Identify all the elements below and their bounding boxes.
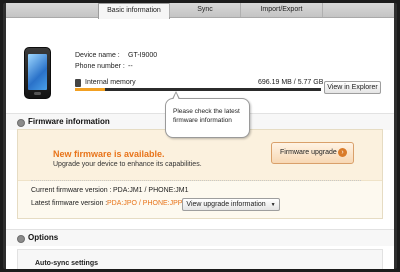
memory-icon bbox=[75, 79, 81, 87]
memory-usage-text: 696.19 MB / 5.77 GB bbox=[258, 79, 324, 86]
phone-device-icon bbox=[24, 47, 51, 99]
options-section-header[interactable]: Options bbox=[6, 229, 394, 246]
firmware-upgrade-button[interactable]: Firmware upgrade › bbox=[271, 142, 354, 164]
dropdown-arrow-icon: ▼ bbox=[270, 202, 276, 208]
tooltip-text: Please check the latest firmware informa… bbox=[173, 108, 240, 124]
upgrade-subtext: Upgrade your device to enhance its capab… bbox=[53, 161, 202, 168]
app-frame: Basic information Sync Import/Export Dev… bbox=[3, 3, 397, 269]
view-upgrade-information-label: View upgrade information bbox=[186, 201, 266, 208]
tab-sync[interactable]: Sync bbox=[169, 3, 240, 17]
view-in-explorer-button[interactable]: View in Explorer bbox=[324, 81, 381, 94]
options-toggle-icon[interactable] bbox=[17, 235, 25, 243]
tooltip-tail-inner bbox=[173, 93, 179, 100]
auto-sync-settings-label: Auto-sync settings bbox=[35, 260, 99, 267]
device-name-label: Device name : bbox=[75, 52, 120, 59]
firmware-section-title: Firmware information bbox=[28, 117, 110, 126]
auto-sync-panel: Auto-sync settings bbox=[17, 249, 383, 269]
current-firmware-value: PDA:JM1 / PHONE:JM1 bbox=[113, 187, 189, 194]
current-firmware-label: Current firmware version : bbox=[31, 187, 112, 194]
memory-progress-fill bbox=[75, 88, 105, 91]
firmware-tooltip: Please check the latest firmware informa… bbox=[165, 91, 250, 138]
memory-progress-bar bbox=[75, 88, 321, 91]
kies-window: Basic information Sync Import/Export Dev… bbox=[6, 3, 394, 269]
phone-screen bbox=[28, 54, 47, 90]
latest-firmware-value: PDA:JPO / PHONE:JPP bbox=[107, 200, 183, 207]
tab-basic-information[interactable]: Basic information bbox=[98, 3, 170, 19]
tab-import-export[interactable]: Import/Export bbox=[240, 3, 323, 17]
arrow-right-icon: › bbox=[338, 148, 347, 157]
section-toggle-icon[interactable] bbox=[17, 119, 25, 127]
tab-bar: Basic information Sync Import/Export bbox=[6, 3, 394, 19]
firmware-upgrade-label: Firmware upgrade bbox=[280, 149, 337, 156]
phone-number-label: Phone number : bbox=[75, 63, 125, 70]
divider bbox=[31, 180, 361, 181]
options-section-title: Options bbox=[28, 233, 59, 242]
memory-label: Internal memory bbox=[85, 79, 136, 86]
phone-number-value: -- bbox=[128, 63, 133, 70]
new-firmware-headline: New firmware is available. bbox=[53, 149, 165, 159]
latest-firmware-label: Latest firmware version : bbox=[31, 200, 108, 207]
phone-home-button bbox=[34, 92, 41, 95]
view-upgrade-information-dropdown[interactable]: View upgrade information ▼ bbox=[182, 198, 280, 211]
device-name-value: GT-I9000 bbox=[128, 52, 158, 59]
